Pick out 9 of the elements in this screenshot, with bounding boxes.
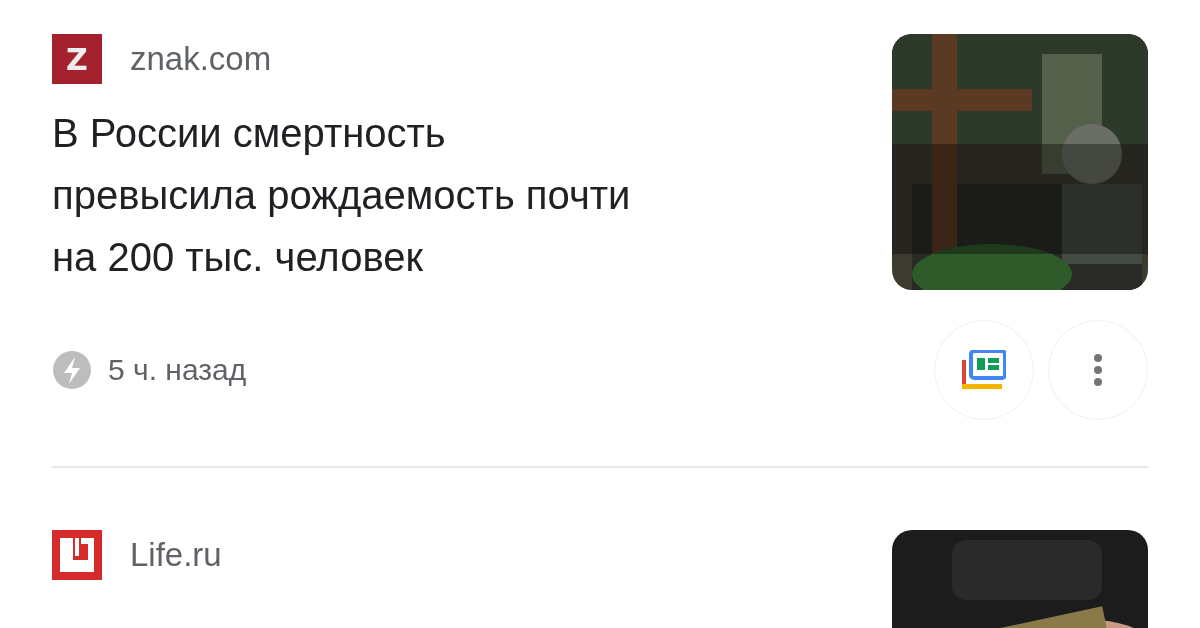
more-icon [1093, 353, 1103, 387]
headline[interactable]: В России смертность превысила рождаемость почти на 200 тыс. человек [52, 102, 632, 288]
source-name[interactable]: znak.com [130, 40, 272, 78]
lightning-icon [52, 350, 92, 390]
life-logo [52, 530, 102, 580]
source-name[interactable]: Life.ru [130, 536, 222, 574]
newspaper-icon [962, 350, 1006, 390]
timestamp: 5 ч. назад [108, 353, 248, 387]
znak-logo: Z [52, 34, 102, 84]
